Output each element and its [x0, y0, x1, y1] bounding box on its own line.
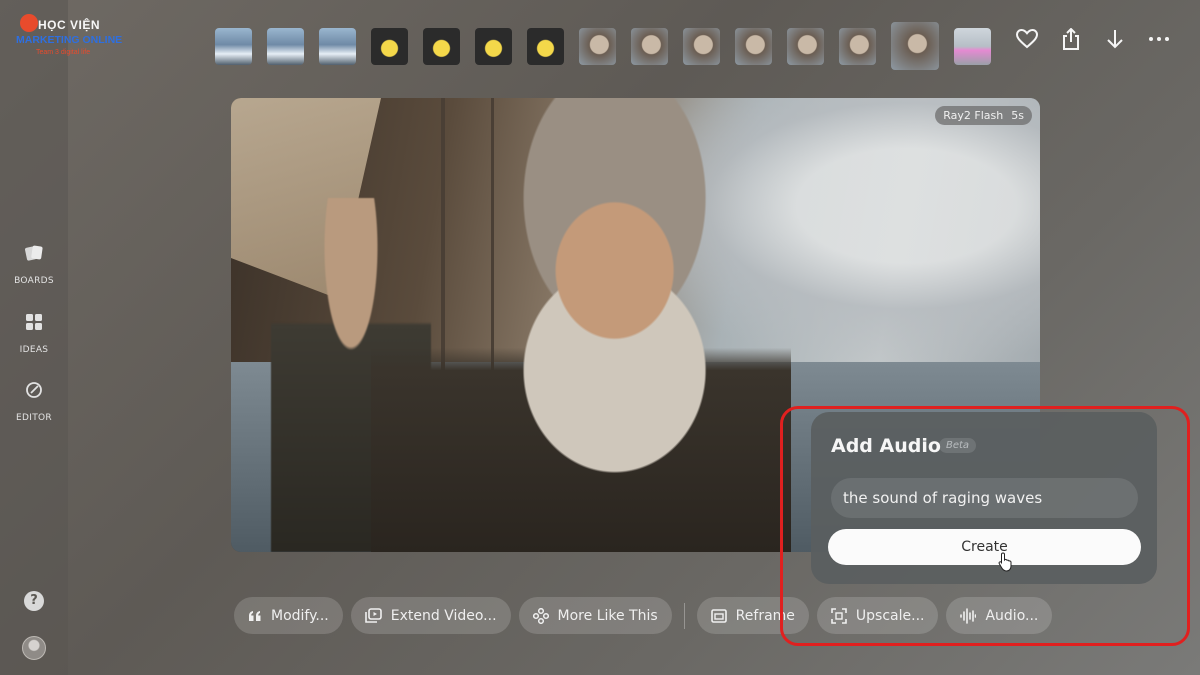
logo-line-3: Team 3 digital life: [36, 49, 91, 56]
favorite-button[interactable]: [1016, 28, 1038, 50]
extend-video-label: Extend Video...: [390, 607, 497, 624]
share-button[interactable]: [1060, 28, 1082, 50]
video-frame-figure-main: [371, 98, 791, 552]
reframe-icon: [710, 608, 727, 623]
boards-icon: [25, 245, 43, 261]
sidebar-item-boards[interactable]: BOARDS: [0, 244, 68, 287]
thumbnail[interactable]: [319, 27, 356, 65]
logo-line-1: HỌC VIỆN: [38, 18, 101, 32]
thumbnail[interactable]: [215, 27, 252, 65]
more-like-this-button[interactable]: More Like This: [518, 597, 672, 634]
extend-video-icon: [364, 608, 382, 623]
thumbnail[interactable]: [527, 27, 564, 65]
more-like-this-label: More Like This: [557, 607, 658, 624]
download-button[interactable]: [1104, 28, 1126, 50]
thumbnail[interactable]: [683, 27, 720, 65]
sidebar-item-editor[interactable]: EDITOR: [0, 381, 68, 424]
more-options-button[interactable]: [1148, 28, 1170, 50]
help-button[interactable]: ?: [24, 591, 44, 611]
thumbnail[interactable]: [735, 27, 772, 65]
logo-mark-icon: [20, 14, 38, 32]
sidebar-item-label: BOARDS: [14, 276, 54, 286]
sidebar-item-label: IDEAS: [19, 345, 49, 355]
video-duration: 5s: [1011, 109, 1024, 122]
model-name: Ray2 Flash: [943, 109, 1004, 122]
share-icon: [1063, 28, 1079, 50]
thumbnail[interactable]: [371, 27, 408, 65]
action-divider: [683, 602, 685, 629]
thumbnail[interactable]: [631, 27, 668, 65]
quote-icon: [249, 610, 261, 621]
thumbnail[interactable]: [579, 27, 616, 65]
heart-icon: [1016, 29, 1038, 49]
download-icon: [1107, 30, 1123, 49]
avatar[interactable]: [22, 636, 46, 660]
thumbnail[interactable]: [839, 27, 876, 65]
thumbnail[interactable]: [475, 27, 512, 65]
editor-icon: [26, 382, 42, 398]
highlight-annotation: [780, 406, 1190, 646]
thumbnail[interactable]: [787, 27, 824, 65]
modify-label: Modify...: [271, 607, 329, 624]
ideas-grid-icon: [26, 314, 42, 330]
thumbnail-selected[interactable]: [891, 22, 939, 70]
more-like-this-icon: [532, 607, 549, 624]
top-actions: [1016, 28, 1170, 50]
generation-thumbnail-strip: [215, 22, 991, 70]
logo-line-2: MARKETING ONLINE: [16, 34, 123, 46]
modify-button[interactable]: Modify...: [234, 597, 343, 634]
thumbnail[interactable]: [954, 27, 991, 65]
thumbnail[interactable]: [267, 27, 304, 65]
extend-video-button[interactable]: Extend Video...: [350, 597, 511, 634]
more-icon: [1149, 37, 1169, 41]
brand-logo: HỌC VIỆN MARKETING ONLINE Team 3 digital…: [16, 14, 128, 60]
thumbnail[interactable]: [423, 27, 460, 65]
sidebar-item-label: EDITOR: [16, 413, 52, 423]
sidebar-item-ideas[interactable]: IDEAS: [0, 313, 68, 356]
model-duration-badge: Ray2 Flash 5s: [935, 106, 1032, 125]
